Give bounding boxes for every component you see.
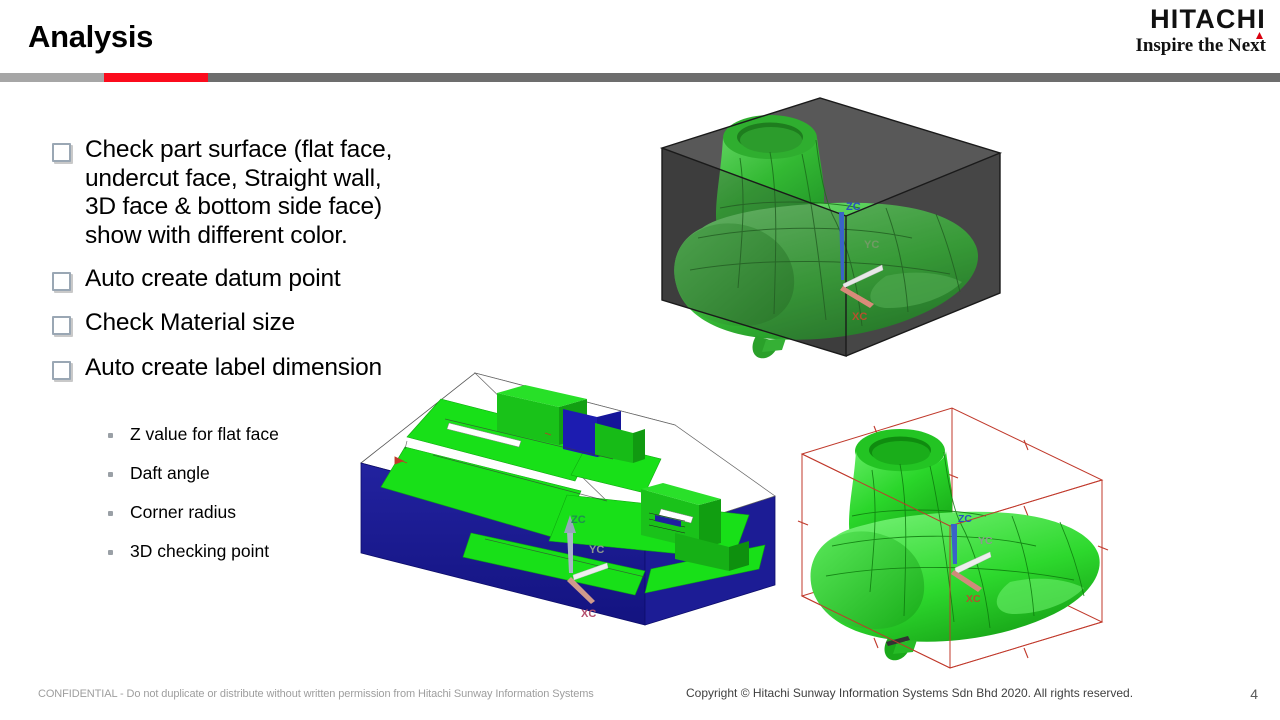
dot-bullet-icon [108,550,113,555]
page-number: 4 [1250,686,1258,702]
bullet-label: Auto create datum point [85,264,341,292]
hitachi-logo: HITACHI Inspire the Next [1036,6,1266,57]
cad-figure-mold-plate: ZC YC XC [345,363,795,663]
svg-text:XC: XC [581,608,596,620]
page-title: Analysis [28,19,154,54]
divider-segment-red [104,73,208,82]
dot-bullet-icon [108,472,113,477]
slide-canvas: Analysis HITACHI Inspire the Next Check … [0,0,1280,720]
list-item: Check part surface (flat face, undercut … [52,136,472,251]
sub-bullet-label: Z value for flat face [130,424,279,444]
sub-bullet-label: Corner radius [130,502,237,522]
svg-text:ZC: ZC [958,513,972,525]
svg-text:YC: YC [978,535,993,547]
dot-bullet-icon [108,511,113,516]
svg-text:YC: YC [864,239,879,251]
logo-tagline: Inspire the Next [1135,32,1266,57]
cad-figure-part-in-blank: ZC YC XC [650,88,1010,373]
dot-bullet-icon [108,433,113,438]
logo-wordmark: HITACHI [1150,4,1266,34]
checkbox-bullet-icon [52,143,71,162]
bullet-label: Auto create label dimension [85,353,382,381]
sub-bullet-label: Daft angle [130,463,210,483]
svg-text:XC: XC [852,311,867,323]
sub-bullet-label: 3D checking point [130,541,270,561]
svg-text:XC: XC [966,593,981,605]
svg-text:ZC: ZC [571,514,586,526]
bullet-list: Check part surface (flat face, undercut … [52,136,472,399]
cad-figure-part-with-dimension-box: ZC YC XC [792,396,1132,686]
divider-segment-light [0,73,104,82]
checkbox-bullet-icon [52,271,71,291]
copyright-notice: Copyright © Hitachi Sunway Information S… [686,686,1134,700]
confidential-notice: CONFIDENTIAL - Do not duplicate or distr… [38,688,594,700]
svg-text:ZC: ZC [846,201,861,213]
divider-segment-dark [208,73,1280,82]
svg-text:YC: YC [589,544,604,556]
checkbox-bullet-icon [52,360,71,380]
checkbox-bullet-icon [52,316,71,336]
logo-tagline-text: Inspire the Next [1135,35,1266,56]
bullet-label: Check part surface (flat face, undercut … [85,136,393,249]
bullet-label: Check Material size [85,309,295,337]
title-divider-bar [0,73,1280,82]
list-item: Auto create datum point [52,265,472,294]
list-item: Check Material size [52,309,472,338]
